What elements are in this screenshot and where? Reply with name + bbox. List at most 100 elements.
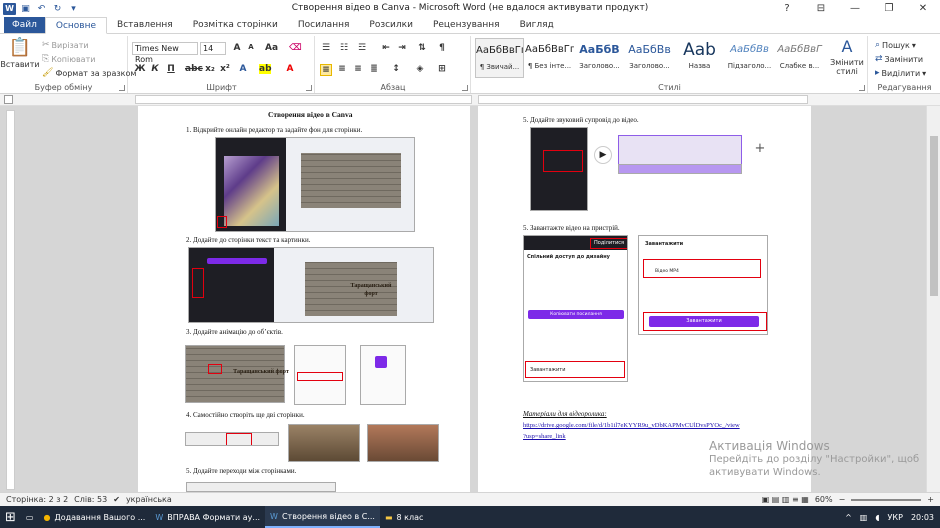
- zoom-out-icon[interactable]: −: [839, 495, 846, 504]
- volume-icon[interactable]: ◖: [875, 513, 879, 522]
- taskbar-item-chrome-1[interactable]: ● Додавання Вашого ...: [38, 506, 150, 528]
- highlight-icon[interactable]: ab: [259, 64, 272, 74]
- save-icon[interactable]: ▣: [19, 3, 32, 15]
- zoom-slider[interactable]: [851, 498, 922, 501]
- font-size-field[interactable]: 14: [200, 42, 226, 55]
- horizontal-ruler-left[interactable]: [135, 95, 472, 104]
- add-page-strip: [185, 432, 279, 446]
- tab-page-layout[interactable]: Розмітка сторінки: [183, 17, 288, 33]
- language[interactable]: українська: [126, 495, 172, 504]
- tab-home[interactable]: Основне: [44, 17, 108, 34]
- bold-icon[interactable]: Ж: [134, 64, 146, 74]
- text-effects-icon[interactable]: A: [237, 64, 249, 74]
- canva-add-text-button: [207, 258, 267, 264]
- clear-format-icon[interactable]: ⌫: [289, 43, 302, 53]
- styles-launcher[interactable]: [859, 85, 865, 91]
- word-count[interactable]: Слів: 53: [74, 495, 107, 504]
- align-right-icon[interactable]: ≡: [352, 64, 364, 74]
- page-count[interactable]: Сторінка: 2 з 2: [6, 495, 68, 504]
- customize-qat-icon[interactable]: ▾: [67, 3, 80, 15]
- numbering-icon[interactable]: ☷: [338, 43, 350, 53]
- clock[interactable]: 20:03: [911, 513, 934, 522]
- underline-icon[interactable]: П: [165, 64, 177, 74]
- maximize-button[interactable]: ❐: [872, 0, 906, 17]
- superscript-icon[interactable]: x²: [219, 64, 231, 74]
- paste-icon: 📋: [8, 37, 32, 58]
- format-painter-button[interactable]: 🖌 Формат за зразком: [42, 68, 136, 78]
- drive-link-line-2[interactable]: ?usp=share_link: [523, 433, 566, 440]
- paste-button[interactable]: 📋 Вставити: [0, 37, 39, 70]
- ruler-row: [0, 94, 940, 106]
- italic-icon[interactable]: К: [149, 64, 161, 74]
- decrease-indent-icon[interactable]: ⇤: [380, 43, 392, 53]
- tab-file[interactable]: Файл: [4, 17, 45, 33]
- zoom-in-icon[interactable]: +: [927, 495, 934, 504]
- font-launcher[interactable]: [306, 85, 312, 91]
- keyboard-language[interactable]: УКР: [888, 513, 903, 522]
- find-button[interactable]: ⌕ Пошук ▾: [875, 40, 916, 50]
- tab-selector[interactable]: [4, 95, 13, 104]
- align-center-icon[interactable]: ≡: [336, 64, 348, 74]
- start-icon[interactable]: ⊞: [0, 506, 21, 528]
- close-button[interactable]: ✕: [906, 0, 940, 17]
- zoom-level[interactable]: 60%: [815, 495, 833, 504]
- taskbar-item-word-1[interactable]: W ВПРАВА Формати ау...: [150, 506, 265, 528]
- style-subtitle[interactable]: АаБбВв Підзаголо...: [725, 38, 774, 78]
- folder-icon: ▬: [384, 512, 393, 522]
- grow-font-icon[interactable]: A: [231, 43, 243, 53]
- copy-button[interactable]: ⎘ Копіювати: [42, 54, 95, 64]
- step-1: 1. Відкрийте онлайн редактор та задайте …: [186, 126, 363, 134]
- align-left-icon[interactable]: ≡: [320, 64, 332, 76]
- proofing-icon[interactable]: ✔: [113, 495, 120, 504]
- borders-icon[interactable]: ⊞: [436, 64, 448, 74]
- style-heading-2[interactable]: АаБбВв Заголово...: [625, 38, 674, 78]
- style-normal[interactable]: АаБбВвГг,¶ Звичай...: [475, 38, 524, 78]
- vertical-scrollbar[interactable]: [926, 106, 940, 492]
- view-buttons[interactable]: ▣ ▤ ▥ ≡ ▦: [762, 495, 809, 504]
- change-styles-button[interactable]: A Змінити стилі: [828, 38, 866, 77]
- ribbon-display-button[interactable]: ⊟: [804, 0, 838, 17]
- cut-button[interactable]: ✂ Вирізати: [42, 40, 89, 50]
- taskbar-item-word-2[interactable]: W Створення відео в С...: [265, 506, 380, 528]
- strikethrough-icon[interactable]: abc: [185, 64, 203, 74]
- font-color-icon[interactable]: A: [284, 64, 296, 74]
- horizontal-ruler-right[interactable]: [478, 95, 808, 104]
- replace-button[interactable]: ⇄ Замінити: [875, 54, 923, 64]
- multilevel-list-icon[interactable]: ☲: [356, 43, 368, 53]
- style-title[interactable]: Ааb Назва: [675, 38, 724, 78]
- sort-icon[interactable]: ⇅: [416, 43, 428, 53]
- style-no-spacing[interactable]: АаБбВвГг, ¶ Без інте...: [525, 38, 574, 78]
- task-view-icon[interactable]: ▭: [21, 506, 39, 528]
- tray-chevron-icon[interactable]: ^: [845, 513, 852, 522]
- redo-icon[interactable]: ↻: [51, 3, 64, 15]
- undo-icon[interactable]: ↶: [35, 3, 48, 15]
- justify-icon[interactable]: ≣: [368, 64, 380, 74]
- shading-icon[interactable]: ◈: [414, 64, 426, 74]
- subscript-icon[interactable]: x₂: [204, 64, 216, 74]
- bullets-icon[interactable]: ☰: [320, 43, 332, 53]
- tab-view[interactable]: Вигляд: [510, 17, 564, 33]
- minimize-button[interactable]: —: [838, 0, 872, 17]
- change-case-icon[interactable]: Aa: [265, 43, 278, 53]
- tab-review[interactable]: Рецензування: [423, 17, 510, 33]
- copy-icon: ⎘: [42, 54, 50, 64]
- network-icon[interactable]: ▥: [860, 513, 868, 522]
- clipboard-launcher[interactable]: [119, 85, 125, 91]
- tab-references[interactable]: Посилання: [288, 17, 360, 33]
- drive-link-line-1[interactable]: https://drive.google.com/file/d/1b1il7eK…: [523, 422, 740, 429]
- shrink-font-icon[interactable]: A: [245, 43, 257, 51]
- line-spacing-icon[interactable]: ↕: [390, 64, 402, 74]
- taskbar-item-folder[interactable]: ▬ 8 клас: [380, 506, 428, 528]
- tab-mailings[interactable]: Розсилки: [359, 17, 423, 33]
- paragraph-launcher[interactable]: [462, 85, 468, 91]
- increase-indent-icon[interactable]: ⇥: [396, 43, 408, 53]
- tab-insert[interactable]: Вставлення: [107, 17, 183, 33]
- scrollbar-thumb[interactable]: [930, 136, 938, 296]
- select-button[interactable]: ▸ Виділити ▾: [875, 68, 926, 78]
- help-button[interactable]: ?: [770, 0, 804, 17]
- style-heading-1[interactable]: АаБбВ Заголово...: [575, 38, 624, 78]
- style-subtle-emphasis[interactable]: АаБбВвГ Слабке в...: [775, 38, 824, 78]
- show-marks-icon[interactable]: ¶: [436, 43, 448, 53]
- font-name-field[interactable]: Times New Rom: [132, 42, 198, 64]
- highlight-box: [208, 364, 222, 374]
